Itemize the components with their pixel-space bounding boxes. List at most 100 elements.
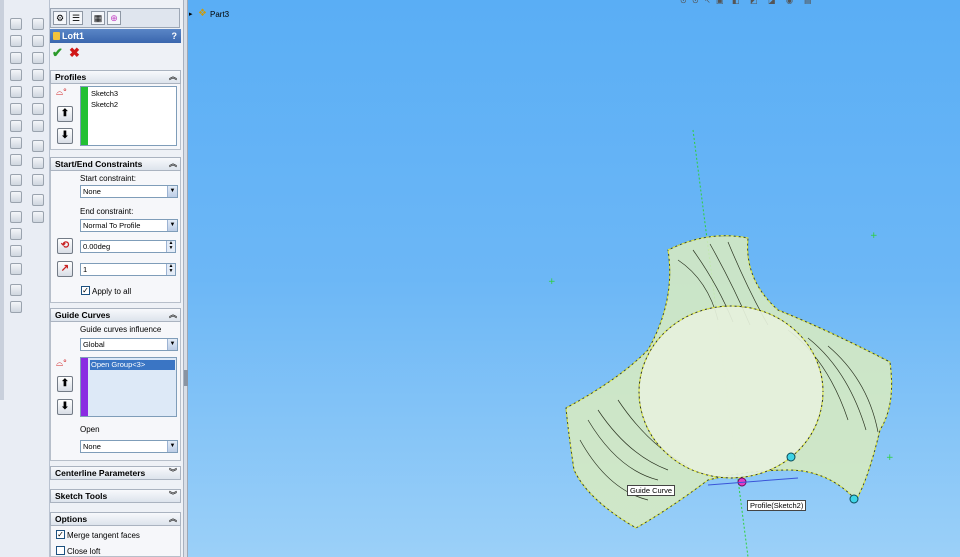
merge-tangent-checkbox[interactable]: ✓ <box>56 530 65 539</box>
profile-tag[interactable]: Profile(Sketch2) <box>747 500 807 511</box>
move-up-button[interactable]: ⬆ <box>57 106 73 122</box>
guide-curves-section-header[interactable]: Guide Curves ︽ <box>50 308 181 322</box>
command-toolbar <box>0 0 50 557</box>
mirror-icon[interactable] <box>10 211 22 223</box>
offset-icon[interactable] <box>32 194 44 206</box>
zoom-fit-icon[interactable]: ⊙ <box>680 0 687 5</box>
guide-color-bar <box>81 358 88 416</box>
tab-feature-tree[interactable]: ⚙ <box>53 11 67 25</box>
end-constraint-select[interactable]: Normal To Profile ▼ <box>80 219 178 232</box>
wrap-icon[interactable] <box>10 245 22 257</box>
chamfer-icon[interactable] <box>10 137 22 149</box>
fillet-icon[interactable] <box>10 120 22 132</box>
zoom-area-icon[interactable]: ⊙ <box>692 0 699 5</box>
guide-point-icon[interactable] <box>786 452 796 462</box>
profiles-list[interactable]: Sketch3 Sketch2 <box>80 86 177 146</box>
trim-icon[interactable] <box>32 140 44 152</box>
line-icon[interactable] <box>32 35 44 47</box>
tangent-length-icon: ↗ <box>57 261 73 277</box>
cancel-x-icon[interactable]: ✖ <box>69 45 80 61</box>
open-select[interactable]: None ▼ <box>80 440 178 453</box>
spin-arrows-icon[interactable]: ▲ ▼ <box>166 241 175 252</box>
convert-icon[interactable] <box>32 211 44 223</box>
guide-curve-tag[interactable]: Guide Curve <box>627 485 676 496</box>
options-section-header[interactable]: Options ︽ <box>50 512 181 526</box>
expand-tree-icon[interactable]: ▸ <box>189 10 193 18</box>
hide-show-icon[interactable]: ◪ <box>768 0 776 5</box>
list-item[interactable]: Sketch3 <box>91 89 118 98</box>
list-item[interactable]: Sketch2 <box>91 100 118 109</box>
dome-icon[interactable] <box>10 263 22 275</box>
extrude-icon[interactable] <box>10 18 22 30</box>
sketch-icon[interactable] <box>32 18 44 30</box>
circular-profile[interactable] <box>638 305 824 479</box>
tab-configuration[interactable]: ▦ <box>91 11 105 25</box>
collapse-chevron-icon[interactable]: ︽ <box>169 71 177 83</box>
move-down-button[interactable]: ⬇ <box>57 399 73 415</box>
ok-check-icon[interactable]: ✔ <box>52 45 63 61</box>
profiles-header-label: Profiles <box>55 72 87 82</box>
curves-icon[interactable] <box>10 284 22 296</box>
options-section-body: ✓ Merge tangent faces Close loft <box>50 526 181 557</box>
close-loft-checkbox[interactable] <box>56 546 65 555</box>
section-view-icon[interactable]: ▣ <box>716 0 724 5</box>
graphics-area[interactable]: + + + Guide Curve Profile(Sketch2) ⊙ ⊙ ↖ <box>188 0 960 557</box>
manager-tabs: ⚙ ☰ ▦ ⊕ <box>50 8 180 28</box>
boundary-icon[interactable] <box>10 86 22 98</box>
tab-property-manager[interactable]: ☰ <box>69 11 83 25</box>
expand-chevron-icon[interactable]: ︾ <box>169 490 177 502</box>
relations-icon[interactable] <box>32 174 44 186</box>
guide-influence-label: Guide curves influence <box>80 325 162 334</box>
toolbar-edge <box>0 0 4 400</box>
previous-view-icon[interactable]: ↖ <box>704 0 711 5</box>
list-item[interactable]: Open Group<3> <box>90 360 175 370</box>
direction-angle-input[interactable]: 0.00deg ▲ ▼ <box>80 240 176 253</box>
display-style-icon[interactable]: ◩ <box>750 0 758 5</box>
part-name[interactable]: Part3 <box>210 10 229 19</box>
collapse-chevron-icon[interactable]: ︽ <box>169 513 177 525</box>
dimension-icon[interactable] <box>32 157 44 169</box>
appearance-icon[interactable]: ◉ <box>786 0 793 5</box>
sketch-point-icon: + <box>886 453 894 463</box>
expand-chevron-icon[interactable]: ︾ <box>169 467 177 479</box>
move-up-button[interactable]: ⬆ <box>57 376 73 392</box>
rib-icon[interactable] <box>10 174 22 186</box>
revolve-icon[interactable] <box>10 35 22 47</box>
reverse-direction-icon[interactable]: ⟲ <box>57 238 73 254</box>
shell-icon[interactable] <box>10 154 22 166</box>
tab-dimxpert[interactable]: ⊕ <box>107 11 121 25</box>
dropdown-arrow-icon[interactable]: ▼ <box>167 441 177 452</box>
rectangle-icon[interactable] <box>32 52 44 64</box>
arc-icon[interactable] <box>32 86 44 98</box>
tangent-length-input[interactable]: 1 ▲ ▼ <box>80 263 176 276</box>
heads-up-toolbar[interactable]: ⊙ ⊙ ↖ ▣ ◧ ◩ ◪ ◉ ▤ <box>680 0 830 6</box>
dropdown-arrow-icon[interactable]: ▼ <box>167 220 177 231</box>
polygon-icon[interactable] <box>32 120 44 132</box>
guide-curves-list[interactable]: Open Group<3> <box>80 357 177 417</box>
guide-influence-select[interactable]: Global ▼ <box>80 338 178 351</box>
start-constraint-select[interactable]: None ▼ <box>80 185 178 198</box>
cut-icon[interactable] <box>10 103 22 115</box>
spin-arrows-icon[interactable]: ▲ ▼ <box>166 264 175 275</box>
ref-geometry-icon[interactable] <box>10 301 22 313</box>
sketch-tools-section-header[interactable]: Sketch Tools ︾ <box>50 489 181 503</box>
help-button[interactable]: ? <box>172 29 178 43</box>
apply-to-all-checkbox[interactable]: ✓ <box>81 286 90 295</box>
view-orientation-icon[interactable]: ◧ <box>732 0 740 5</box>
pattern-icon[interactable] <box>10 228 22 240</box>
loft-icon[interactable] <box>10 69 22 81</box>
collapse-chevron-icon[interactable]: ︽ <box>169 309 177 321</box>
guide-point-icon[interactable] <box>849 494 859 504</box>
circle-icon[interactable] <box>32 69 44 81</box>
profiles-section-header[interactable]: Profiles ︽ <box>50 70 181 84</box>
collapse-chevron-icon[interactable]: ︽ <box>169 158 177 170</box>
spline-icon[interactable] <box>32 103 44 115</box>
sweep-icon[interactable] <box>10 52 22 64</box>
dropdown-arrow-icon[interactable]: ▼ <box>167 339 177 350</box>
scene-icon[interactable]: ▤ <box>804 0 812 5</box>
centerline-section-header[interactable]: Centerline Parameters ︾ <box>50 466 181 480</box>
constraints-section-header[interactable]: Start/End Constraints ︽ <box>50 157 181 171</box>
move-down-button[interactable]: ⬇ <box>57 128 73 144</box>
dropdown-arrow-icon[interactable]: ▼ <box>167 186 177 197</box>
draft-icon[interactable] <box>10 191 22 203</box>
